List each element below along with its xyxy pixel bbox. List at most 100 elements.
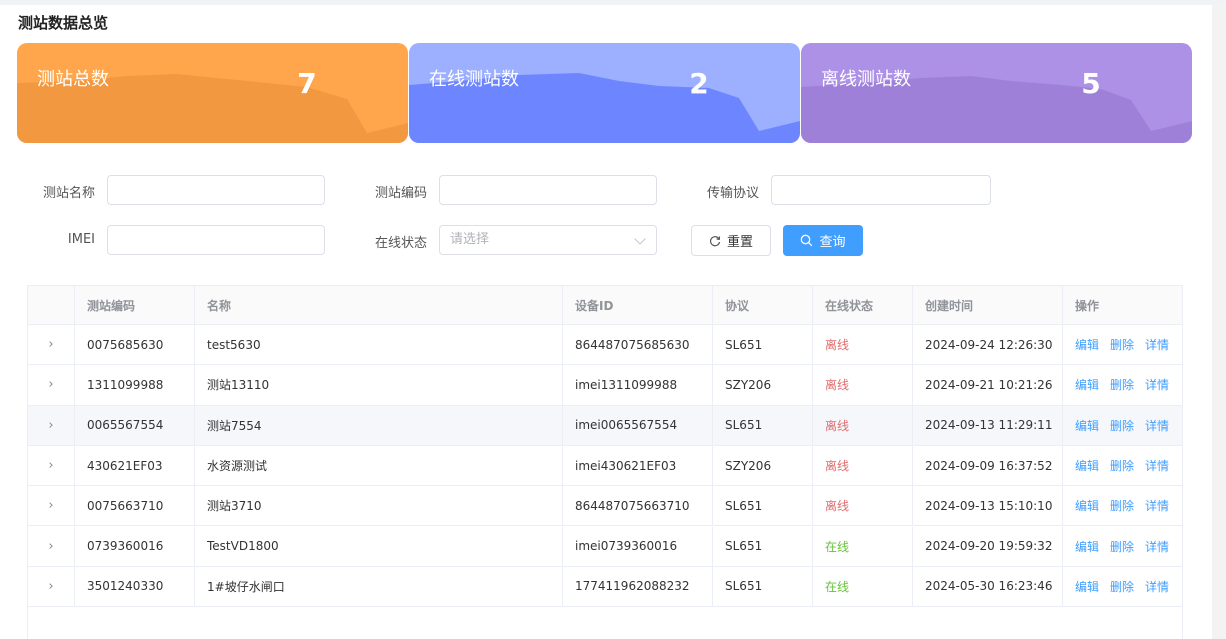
protocol-label: 传输协议 bbox=[706, 186, 759, 201]
cell-device-id: 864487075685630 bbox=[563, 325, 713, 365]
station-name-input[interactable] bbox=[107, 175, 325, 205]
station-table: 测站编码 名称 设备ID 协议 在线状态 创建时间 操作 › 0075685630… bbox=[27, 285, 1183, 639]
summary-label-offline: 离线测站数 bbox=[821, 69, 911, 90]
detail-link[interactable]: 详情 bbox=[1145, 457, 1169, 474]
detail-link[interactable]: 详情 bbox=[1145, 578, 1169, 595]
cell-actions: 编辑 删除 详情 bbox=[1063, 567, 1182, 606]
detail-link[interactable]: 详情 bbox=[1145, 336, 1169, 353]
cell-created-time: 2024-09-09 16:37:52 bbox=[913, 445, 1063, 486]
summary-value-total: 7 bbox=[297, 67, 317, 100]
table-row[interactable]: › 0075685630 test5630 864487075685630 SL651 离… bbox=[28, 325, 1182, 366]
expand-row-button[interactable]: › bbox=[28, 325, 75, 365]
cell-device-id: imei430621EF03 bbox=[563, 445, 713, 486]
table-row[interactable]: › 1311099988 测站13110 imei1311099988 SZY206 离线… bbox=[28, 365, 1182, 406]
query-button[interactable]: 查询 bbox=[783, 225, 863, 256]
cell-device-id: imei0739360016 bbox=[563, 526, 713, 566]
cell-name: 水资源测试 bbox=[195, 445, 563, 486]
protocol-input[interactable] bbox=[771, 175, 991, 205]
edit-link[interactable]: 编辑 bbox=[1075, 457, 1099, 474]
cell-created-time: 2024-09-13 15:10:10 bbox=[913, 486, 1063, 526]
expand-row-button[interactable]: › bbox=[28, 486, 75, 526]
cell-created-time: 2024-09-21 10:21:26 bbox=[913, 365, 1063, 405]
detail-link[interactable]: 详情 bbox=[1145, 417, 1169, 434]
header-actions: 操作 bbox=[1075, 298, 1100, 313]
table-row[interactable]: › 0075663710 测站3710 864487075663710 SL651 离线 2… bbox=[28, 486, 1182, 527]
cell-protocol: SZY206 bbox=[713, 365, 813, 405]
online-status-label: 在线状态 bbox=[374, 236, 427, 251]
status-badge: 在线 bbox=[813, 526, 913, 566]
delete-link[interactable]: 删除 bbox=[1110, 336, 1134, 353]
cell-created-time: 2024-05-30 16:23:46 bbox=[913, 566, 1063, 607]
cell-protocol: SZY206 bbox=[713, 445, 813, 486]
online-status-select[interactable]: 请选择 bbox=[439, 225, 657, 255]
edit-link[interactable]: 编辑 bbox=[1075, 497, 1099, 514]
edit-link[interactable]: 编辑 bbox=[1075, 376, 1099, 393]
cell-protocol: SL651 bbox=[713, 325, 813, 365]
station-code-input[interactable] bbox=[439, 175, 657, 205]
chevron-right-icon: › bbox=[48, 377, 54, 393]
cell-actions: 编辑 删除 详情 bbox=[1063, 406, 1182, 445]
table-row[interactable]: › 3501240330 1#坡仔水闸口 177411962088232 SL651 在线… bbox=[28, 566, 1182, 608]
header-name: 名称 bbox=[195, 286, 563, 324]
page-scrollbar[interactable] bbox=[1212, 5, 1226, 639]
status-badge: 离线 bbox=[813, 405, 913, 445]
cell-name: 1#坡仔水闸口 bbox=[195, 566, 563, 607]
cell-station-code: 3501240330 bbox=[75, 566, 195, 607]
cell-station-code: 0075685630 bbox=[75, 325, 195, 365]
detail-link[interactable]: 详情 bbox=[1145, 538, 1169, 555]
search-icon bbox=[801, 234, 813, 247]
delete-link[interactable]: 删除 bbox=[1110, 578, 1134, 595]
expand-row-button[interactable]: › bbox=[28, 365, 75, 405]
cell-name: 测站13110 bbox=[195, 365, 563, 405]
delete-link[interactable]: 删除 bbox=[1110, 538, 1134, 555]
expand-row-button[interactable]: › bbox=[28, 405, 75, 445]
online-status-placeholder: 请选择 bbox=[450, 232, 490, 247]
cell-device-id: imei1311099988 bbox=[563, 365, 713, 405]
summary-value-offline: 5 bbox=[1081, 67, 1101, 100]
edit-link[interactable]: 编辑 bbox=[1075, 417, 1099, 434]
delete-link[interactable]: 删除 bbox=[1110, 457, 1134, 474]
page-title: 测站数据总览 bbox=[18, 14, 109, 32]
delete-link[interactable]: 删除 bbox=[1110, 376, 1134, 393]
chevron-right-icon: › bbox=[48, 417, 54, 433]
cell-protocol: SL651 bbox=[713, 405, 813, 445]
reset-button[interactable]: 重置 bbox=[691, 225, 771, 256]
header-online-status: 在线状态 bbox=[813, 286, 913, 324]
delete-link[interactable]: 删除 bbox=[1110, 497, 1134, 514]
edit-link[interactable]: 编辑 bbox=[1075, 578, 1099, 595]
header-created-time: 创建时间 bbox=[913, 286, 1063, 324]
cell-protocol: SL651 bbox=[713, 566, 813, 607]
header-station-code: 测站编码 bbox=[75, 286, 195, 324]
cell-name: test5630 bbox=[195, 325, 563, 365]
expand-row-button[interactable]: › bbox=[28, 445, 75, 486]
delete-link[interactable]: 删除 bbox=[1110, 417, 1134, 434]
wave-decoration bbox=[17, 74, 408, 143]
refresh-icon bbox=[709, 235, 721, 246]
header-protocol: 协议 bbox=[713, 286, 813, 324]
chevron-down-icon bbox=[634, 233, 646, 245]
table-row[interactable]: › 0065567554 测站7554 imei0065567554 SL651 离线 20… bbox=[28, 405, 1182, 446]
cell-device-id: 177411962088232 bbox=[563, 566, 713, 607]
status-badge: 离线 bbox=[813, 325, 913, 365]
detail-link[interactable]: 详情 bbox=[1145, 497, 1169, 514]
table-row[interactable]: › 430621EF03 水资源测试 imei430621EF03 SZY206 离线 20… bbox=[28, 445, 1182, 487]
expand-row-button[interactable]: › bbox=[28, 526, 75, 566]
station-code-label: 测站编码 bbox=[374, 186, 427, 201]
cell-actions: 编辑 删除 详情 bbox=[1063, 365, 1182, 404]
edit-link[interactable]: 编辑 bbox=[1075, 538, 1099, 555]
cell-station-code: 0075663710 bbox=[75, 486, 195, 526]
edit-link[interactable]: 编辑 bbox=[1075, 336, 1099, 353]
imei-input[interactable] bbox=[107, 225, 325, 255]
summary-card-total: 测站总数 7 bbox=[17, 43, 408, 143]
summary-card-offline: 离线测站数 5 bbox=[801, 43, 1192, 143]
detail-link[interactable]: 详情 bbox=[1145, 376, 1169, 393]
chevron-right-icon: › bbox=[48, 578, 54, 594]
cell-actions: 编辑 删除 详情 bbox=[1063, 486, 1182, 525]
header-expand bbox=[28, 286, 75, 324]
table-row[interactable]: › 0739360016 TestVD1800 imei0739360016 SL651… bbox=[28, 526, 1182, 567]
expand-row-button[interactable]: › bbox=[28, 566, 75, 607]
status-badge: 在线 bbox=[813, 566, 913, 607]
summary-label-online: 在线测站数 bbox=[429, 69, 519, 90]
cell-created-time: 2024-09-20 19:59:32 bbox=[913, 526, 1063, 566]
summary-card-online: 在线测站数 2 bbox=[409, 43, 800, 143]
